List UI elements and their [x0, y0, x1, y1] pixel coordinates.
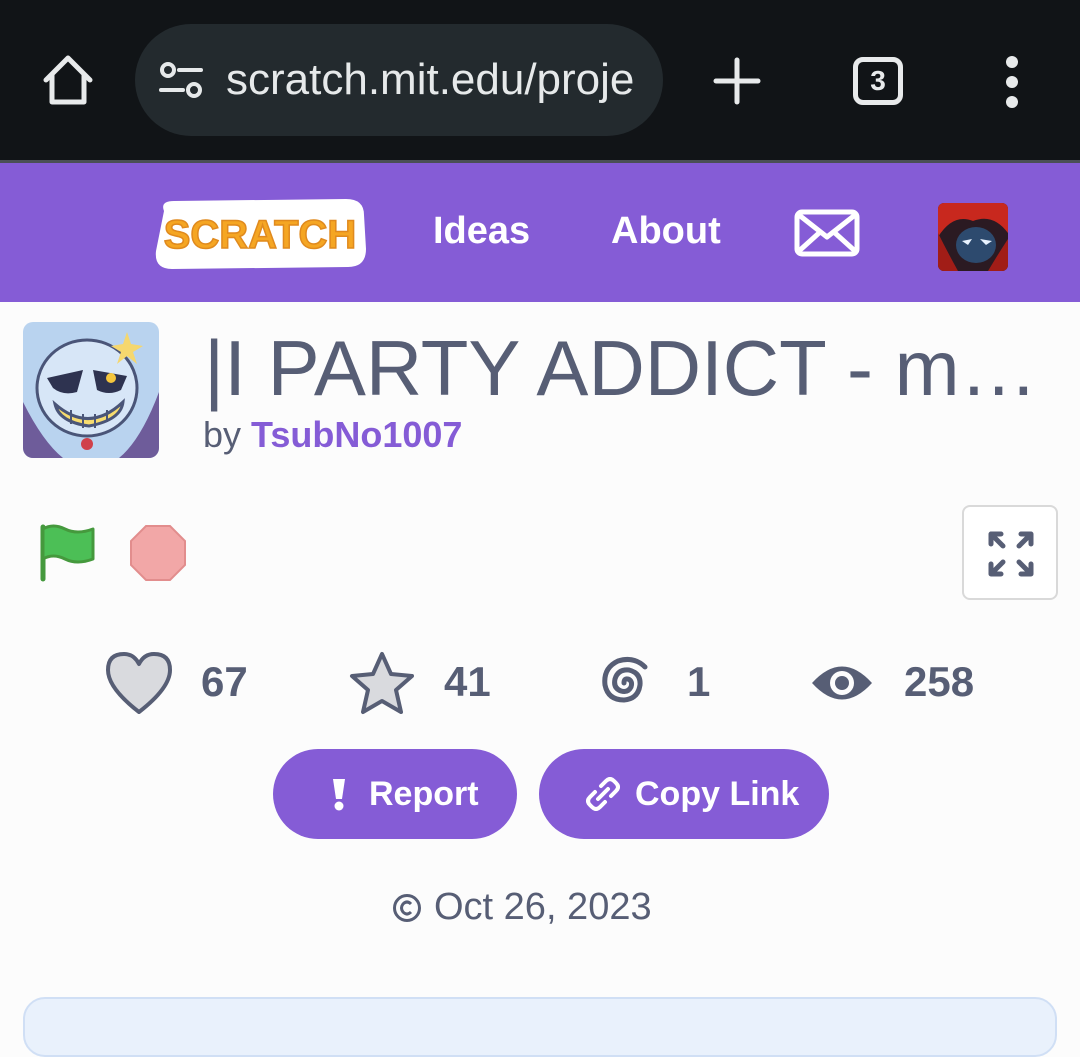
- love-count: 67: [201, 658, 248, 705]
- address-bar[interactable]: scratch.mit.edu/proje: [135, 24, 663, 136]
- stop-icon[interactable]: [129, 524, 187, 582]
- byline-prefix: by: [203, 414, 242, 455]
- author-link[interactable]: TsubNo1007: [251, 414, 462, 455]
- url-text[interactable]: scratch.mit.edu/proje: [226, 54, 641, 106]
- instructions-panel: [23, 997, 1057, 1057]
- messages-icon[interactable]: [794, 209, 860, 257]
- report-label: Report: [369, 775, 479, 813]
- green-flag-icon[interactable]: [37, 523, 97, 583]
- project-title: |I PARTY ADDICT - mem...: [204, 324, 1080, 412]
- report-button[interactable]: Report: [273, 749, 517, 839]
- link-icon: [586, 777, 620, 811]
- scratch-logo-text: SCRATCH: [164, 213, 357, 257]
- love-heart-icon[interactable]: [104, 650, 174, 716]
- favorite-star-icon[interactable]: [348, 650, 416, 716]
- copy-link-label: Copy Link: [635, 775, 800, 813]
- copyright-icon: [393, 894, 421, 922]
- browser-toolbar: scratch.mit.edu/proje 3: [0, 0, 1080, 160]
- scratch-logo[interactable]: SCRATCH: [150, 193, 370, 273]
- site-settings-icon[interactable]: [159, 62, 203, 98]
- tab-switcher-button[interactable]: 3: [853, 57, 903, 105]
- project-byline: by TsubNo1007: [203, 414, 462, 456]
- nav-about-link[interactable]: About: [611, 207, 721, 255]
- scratch-header: SCRATCH Ideas About: [0, 160, 1080, 302]
- home-icon[interactable]: [40, 52, 96, 108]
- view-count: 258: [904, 658, 975, 705]
- remix-count: 1: [687, 658, 711, 705]
- remix-spiral-icon: [602, 657, 648, 703]
- favorite-count: 41: [444, 658, 491, 705]
- user-avatar[interactable]: [938, 203, 1008, 271]
- fullscreen-button[interactable]: [962, 505, 1058, 600]
- project-thumbnail[interactable]: [23, 322, 159, 458]
- views-eye-icon: [812, 666, 872, 700]
- exclamation-icon: [333, 779, 345, 811]
- date-text: Oct 26, 2023: [434, 886, 652, 928]
- nav-ideas-link[interactable]: Ideas: [433, 207, 530, 255]
- fullscreen-icon: [988, 531, 1034, 577]
- copy-link-button[interactable]: Copy Link: [539, 749, 829, 839]
- new-tab-icon[interactable]: [712, 56, 762, 106]
- more-options-icon[interactable]: [998, 54, 1026, 110]
